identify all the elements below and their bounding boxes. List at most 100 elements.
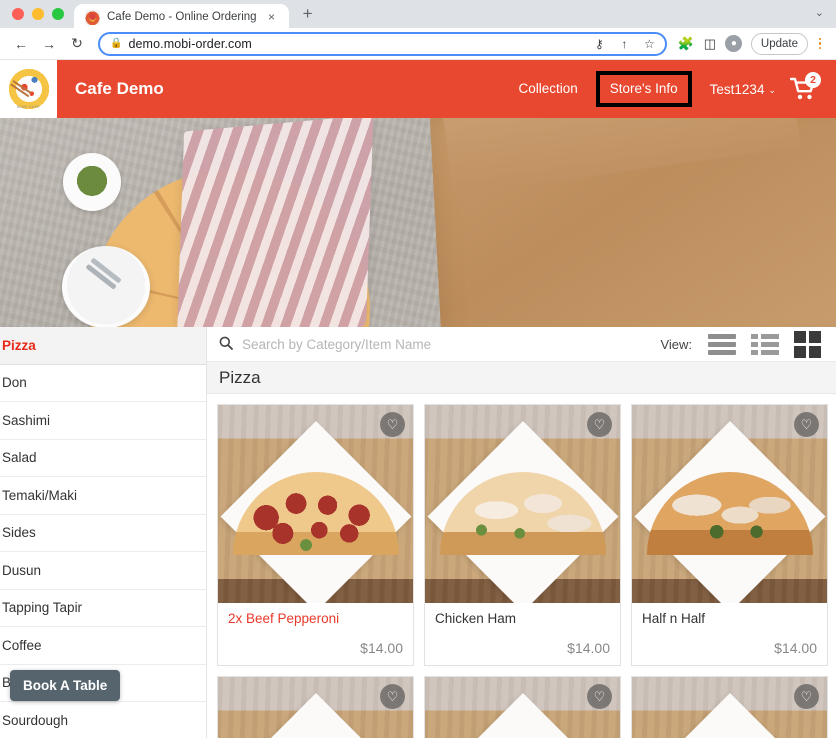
browser-toolbar: ← → ↻ 🔒 demo.mobi-order.com ⚷ ↑ ☆ 🧩 ◫ ● … [0, 28, 836, 60]
cutlery-plate-graphic [62, 246, 150, 327]
address-bar[interactable]: 🔒 demo.mobi-order.com ⚷ ↑ ☆ [98, 31, 667, 56]
bookmark-star-icon[interactable]: ☆ [640, 34, 659, 53]
menu-item-image: ♡ [425, 677, 620, 738]
menu-item-image: ♡ [218, 677, 413, 738]
browser-menu-icon[interactable] [812, 37, 828, 50]
grid-view-button[interactable] [791, 328, 824, 361]
extensions-puzzle-icon[interactable]: 🧩 [675, 33, 697, 55]
favorite-heart-icon[interactable]: ♡ [587, 684, 612, 709]
back-icon[interactable]: ← [8, 31, 34, 57]
list-view-button[interactable] [705, 331, 739, 358]
forward-icon[interactable]: → [36, 31, 62, 57]
menu-item-image: ♡ [425, 405, 620, 603]
cart-button[interactable]: 2 [786, 72, 821, 106]
side-panel-icon[interactable]: ◫ [699, 33, 721, 55]
search-input[interactable] [242, 336, 652, 352]
user-name: Test1234 [709, 81, 765, 97]
menu-item-card[interactable]: ♡ [424, 676, 621, 738]
sidebar-item-label: Pizza [2, 337, 36, 353]
menu-item-body: 2x Beef Pepperoni $14.00 [218, 603, 413, 665]
window-traffic-lights [8, 0, 74, 28]
menu-item-card[interactable]: ♡ 2x Beef Pepperoni $14.00 [217, 404, 414, 666]
menu-item-price: $14.00 [360, 640, 403, 656]
sidebar-item-label: Salad [2, 450, 37, 466]
menu-item-card[interactable]: ♡ [217, 676, 414, 738]
chevron-down-icon[interactable]: ⌄ [815, 6, 824, 19]
close-tab-icon[interactable]: × [264, 9, 280, 25]
nav-item-collection[interactable]: Collection [505, 80, 592, 98]
close-window-button[interactable] [12, 8, 24, 20]
nav-label-stores-info: Store's Info [609, 81, 678, 96]
sidebar-item-pizza[interactable]: Pizza [0, 327, 206, 365]
nav-label-collection: Collection [518, 81, 578, 96]
sidebar-item-label: Don [2, 375, 27, 391]
sidebar-item-sashimi[interactable]: Sashimi [0, 402, 206, 440]
menu-item-image: ♡ [632, 405, 827, 603]
detail-view-button[interactable] [748, 331, 782, 358]
favorite-heart-icon[interactable]: ♡ [794, 684, 819, 709]
user-menu[interactable]: Test1234 ⌄ [696, 82, 786, 97]
brand-name: Cafe Demo [75, 79, 164, 98]
sidebar-item-label: Sides [2, 525, 36, 541]
search-toolbar: View: [207, 327, 836, 362]
sidebar-item-don[interactable]: Don [0, 365, 206, 402]
search-icon [219, 336, 233, 353]
page-content: Pizza Don Sashimi Salad Temaki/Maki Sides Dusu… [0, 327, 836, 738]
striped-napkin-graphic [176, 118, 374, 327]
sidebar-item-salad[interactable]: Salad [0, 440, 206, 477]
menu-item-card[interactable]: ♡ [631, 676, 828, 738]
favorite-heart-icon[interactable]: ♡ [587, 412, 612, 437]
maximize-window-button[interactable] [52, 8, 64, 20]
menu-item-card[interactable]: ♡ Chicken Ham $14.00 [424, 404, 621, 666]
logo-caption: MOBI CAFE [16, 105, 41, 109]
tab-favicon-icon [85, 9, 100, 25]
sidebar-item-temaki-maki[interactable]: Temaki/Maki [0, 477, 206, 515]
menu-item-price: $14.00 [567, 640, 610, 656]
favorite-heart-icon[interactable]: ♡ [380, 684, 405, 709]
hero-banner [0, 118, 836, 327]
menu-item-grid: ♡ 2x Beef Pepperoni $14.00 ♡ Chicken Ham $14.… [207, 394, 836, 738]
menu-item-image: ♡ [218, 405, 413, 603]
nav-item-stores-info[interactable]: Store's Info [595, 71, 692, 107]
menu-item-name: 2x Beef Pepperoni [228, 611, 340, 626]
header-nav: Collection Store's Info Test1234 ⌄ 2 [505, 71, 836, 107]
menu-item-name: Half n Half [642, 611, 706, 626]
chevron-down-icon: ⌄ [768, 84, 776, 95]
cart-count-badge: 2 [805, 72, 821, 88]
sidebar-item-sourdough[interactable]: Sourdough [0, 702, 206, 738]
section-title: Pizza [219, 367, 261, 387]
lock-icon: 🔒 [110, 38, 123, 49]
book-a-table-button[interactable]: Book A Table [10, 670, 121, 701]
sidebar-item-tapping-tapir[interactable]: Tapping Tapir [0, 590, 206, 627]
category-sidebar: Pizza Don Sashimi Salad Temaki/Maki Sides Dusu… [0, 327, 207, 738]
brand-logo[interactable]: MOBI CAFE [0, 60, 57, 118]
sidebar-item-dusun[interactable]: Dusun [0, 552, 206, 590]
sidebar-item-label: Dusun [2, 562, 42, 578]
reload-icon[interactable]: ↻ [64, 31, 90, 57]
minimize-window-button[interactable] [32, 8, 44, 20]
avatar: ● [725, 35, 743, 52]
share-icon[interactable]: ↑ [615, 34, 634, 53]
favorite-heart-icon[interactable]: ♡ [380, 412, 405, 437]
sidebar-item-sides[interactable]: Sides [0, 515, 206, 552]
menu-item-body: Half n Half $14.00 [632, 603, 827, 665]
sidebar-item-label: Tapping Tapir [2, 600, 83, 616]
password-key-icon[interactable]: ⚷ [590, 34, 609, 53]
menu-item-image: ♡ [632, 677, 827, 738]
url-text: demo.mobi-order.com [128, 36, 252, 51]
profile-avatar[interactable]: ● [723, 33, 745, 55]
sidebar-item-coffee[interactable]: Coffee [0, 627, 206, 665]
update-button[interactable]: Update [750, 32, 808, 55]
sidebar-item-label: Sashimi [2, 412, 51, 428]
menu-item-price: $14.00 [774, 640, 817, 656]
herb-bowl-graphic [63, 153, 121, 211]
section-header: Pizza [207, 362, 836, 394]
menu-item-card[interactable]: ♡ Half n Half $14.00 [631, 404, 828, 666]
sidebar-item-label: Temaki/Maki [2, 487, 78, 503]
menu-item-body: Chicken Ham $14.00 [425, 603, 620, 665]
sidebar-item-label: Sourdough [2, 712, 69, 728]
sidebar-item-label: Coffee [2, 637, 42, 653]
new-tab-button[interactable]: + [295, 1, 321, 27]
browser-tab[interactable]: Cafe Demo - Online Ordering × [74, 4, 289, 30]
favorite-heart-icon[interactable]: ♡ [794, 412, 819, 437]
